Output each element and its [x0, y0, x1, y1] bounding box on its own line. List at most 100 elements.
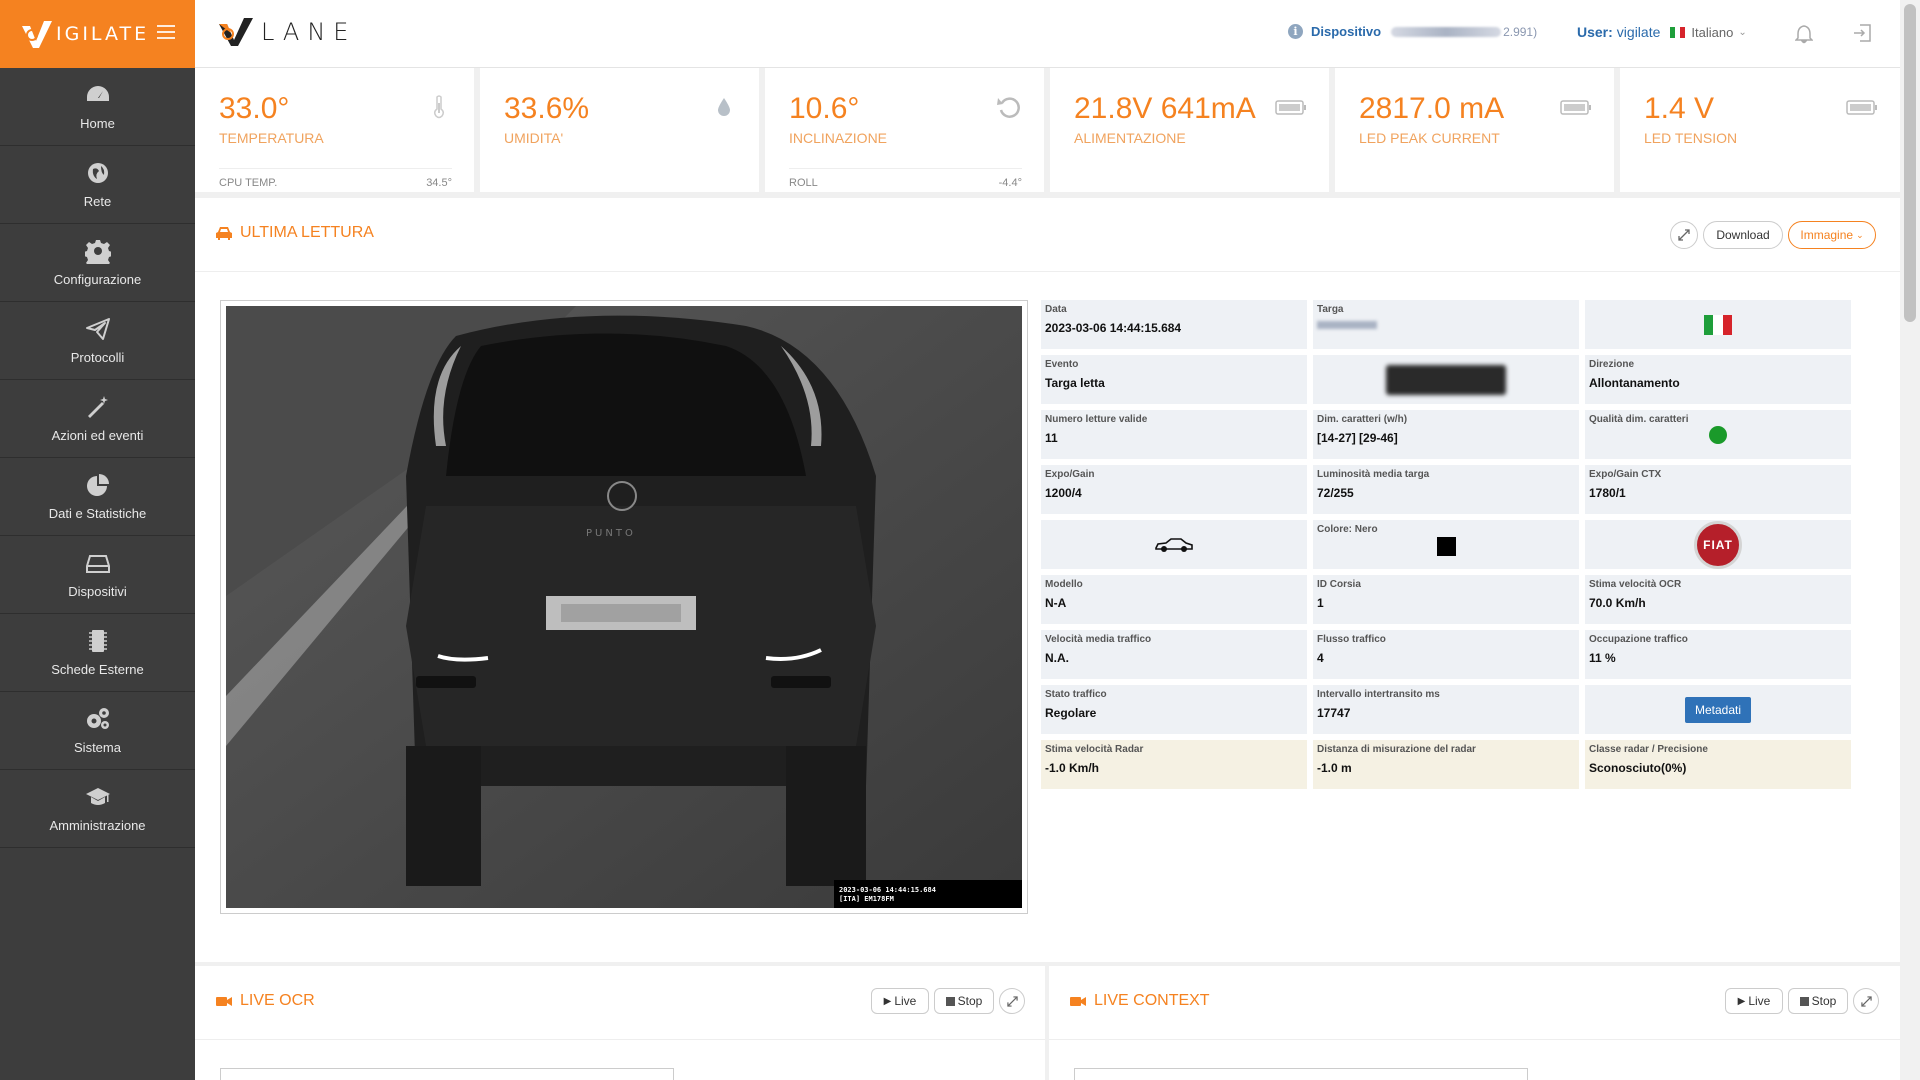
- battery-icon: [1846, 100, 1877, 115]
- sidebar-item-label: Rete: [83, 194, 112, 209]
- sidebar-item-label: Dati e Statistiche: [48, 506, 147, 521]
- globe-icon: [87, 163, 108, 183]
- stop-button[interactable]: Stop: [1788, 988, 1848, 1014]
- live-context-frame: [1074, 1068, 1528, 1080]
- live-button-label: Live: [894, 994, 917, 1008]
- gear-icon: [84, 240, 111, 264]
- sidebar-item-dispositivi[interactable]: Dispositivi: [0, 536, 195, 614]
- user-menu[interactable]: User: vigilate Italiano ⌄: [1577, 24, 1747, 40]
- stop-button-label: Stop: [1811, 994, 1837, 1008]
- cell-label: Numero letture valide: [1045, 414, 1148, 425]
- live-ocr-frame: [220, 1068, 674, 1080]
- sidebar-item-label: Protocolli: [70, 350, 125, 365]
- logout-icon[interactable]: [1852, 23, 1872, 43]
- cell-value: 1: [1317, 596, 1324, 610]
- cell-label: Expo/Gain: [1045, 469, 1095, 480]
- device-value: 2.991): [1503, 24, 1538, 39]
- cell-label: Stato traffico: [1045, 689, 1107, 700]
- sidebar-item-azioni[interactable]: Azioni ed eventi: [0, 380, 195, 458]
- metric-inclinazione: 10.6° INCLINAZIONE ROLL -4.4°: [765, 68, 1044, 192]
- menu-toggle-icon[interactable]: [157, 25, 175, 39]
- metric-label: UMIDITA': [504, 130, 564, 146]
- metric-footer: CPU TEMP. 34.5°: [219, 168, 452, 189]
- scrollbar-thumb[interactable]: [1904, 4, 1916, 322]
- cell-label: Distanza di misurazione del radar: [1317, 744, 1476, 755]
- user-label: User:: [1577, 24, 1613, 40]
- stop-button-label: Stop: [957, 994, 983, 1008]
- cell-value: 4: [1317, 651, 1324, 665]
- lane-logo-text: LANE: [261, 18, 357, 46]
- cpu-temp-value: 34.5°: [426, 177, 452, 189]
- stop-button[interactable]: Stop: [934, 988, 994, 1014]
- battery-icon: [1275, 100, 1306, 115]
- cell-value: 11 %: [1589, 651, 1616, 665]
- image-select[interactable]: Immagine ⌄: [1788, 221, 1876, 249]
- cell-value: 72/255: [1317, 486, 1354, 500]
- metric-value: 33.6%: [504, 92, 590, 125]
- cell-value: 2023-03-06 14:44:15.684: [1045, 321, 1182, 335]
- device-label: Dispositivo: [1311, 24, 1382, 39]
- panel-title: ULTIMA LETTURA: [215, 224, 374, 242]
- sidebar-item-schede[interactable]: Schede Esterne: [0, 614, 195, 692]
- language-select[interactable]: Italiano: [1691, 25, 1733, 40]
- cell-dim-caratteri: Dim. caratteri (w/h) [14-27] [29-46]: [1313, 410, 1579, 459]
- play-icon: ▶: [883, 995, 892, 1007]
- cell-label: Velocità media traffico: [1045, 634, 1152, 645]
- cell-label: Modello: [1045, 579, 1083, 590]
- chevron-down-icon: ⌄: [1738, 26, 1747, 38]
- download-button[interactable]: Download: [1703, 221, 1783, 249]
- sidebar-item-rete[interactable]: Rete: [0, 146, 195, 224]
- cell-modello: Modello N-A: [1041, 575, 1307, 624]
- cell-expo-ctx: Expo/Gain CTX 1780/1: [1585, 465, 1851, 514]
- sidebar-item-home[interactable]: Home: [0, 68, 195, 146]
- expand-button[interactable]: [1670, 221, 1698, 249]
- sidebar-item-sistema[interactable]: Sistema: [0, 692, 195, 770]
- topbar: LANE i Dispositivo 2.991) User: vigilate…: [195, 0, 1900, 68]
- camera-image-frame: PUNTO 2023-03-06 14:44:15.684 [ITA] EM17…: [220, 300, 1028, 914]
- metric-label: INCLINAZIONE: [789, 130, 888, 146]
- bell-icon[interactable]: [1795, 24, 1813, 44]
- panel-header: ULTIMA LETTURA Download Immagine ⌄: [195, 198, 1900, 272]
- cell-plate-image: [1313, 355, 1579, 404]
- plate-redacted: [1317, 321, 1377, 329]
- rotate-icon: [997, 97, 1020, 118]
- chip-icon: [88, 630, 107, 652]
- live-button[interactable]: ▶ Live: [871, 988, 929, 1014]
- panel-title-text: ULTIMA LETTURA: [240, 224, 374, 241]
- sidebar-item-label: Home: [80, 116, 115, 131]
- video-camera-icon: [216, 997, 232, 1006]
- metric-led-tension: 1.4 V LED TENSION: [1620, 68, 1900, 192]
- sidebar-item-protocolli[interactable]: Protocolli: [0, 302, 195, 380]
- sidebar: IGILATE Home Rete Configurazione Protoco…: [0, 0, 195, 1080]
- cell-letture: Numero letture valide 11: [1041, 410, 1307, 459]
- live-button[interactable]: ▶ Live: [1725, 988, 1783, 1014]
- metric-temperatura: 33.0° TEMPERATURA CPU TEMP. 34.5°: [195, 68, 474, 192]
- user-name: vigilate: [1616, 24, 1661, 40]
- cell-targa: Targa: [1313, 300, 1579, 349]
- cell-label: Targa: [1317, 304, 1344, 315]
- cpu-temp-label: CPU TEMP.: [219, 177, 278, 189]
- panel-title: LIVE CONTEXT: [1069, 992, 1210, 1010]
- cell-vel-ocr: Stima velocità OCR 70.0 Km/h: [1585, 575, 1851, 624]
- cell-value: N-A: [1045, 596, 1067, 610]
- metadati-button[interactable]: Metadati: [1684, 696, 1752, 723]
- roll-label: ROLL: [789, 177, 818, 189]
- cell-label: Intervallo intertransito ms: [1317, 689, 1440, 700]
- expand-button[interactable]: [999, 988, 1025, 1014]
- metric-footer: ROLL -4.4°: [789, 168, 1022, 189]
- sidebar-item-dati[interactable]: Dati e Statistiche: [0, 458, 195, 536]
- metric-label: LED TENSION: [1644, 130, 1738, 146]
- cell-luminosita: Luminosità media targa 72/255: [1313, 465, 1579, 514]
- italy-flag-icon: [1670, 26, 1686, 38]
- metric-umidita: 33.6% UMIDITA': [480, 68, 759, 192]
- stop-icon: [945, 996, 955, 1006]
- expand-button[interactable]: [1853, 988, 1879, 1014]
- sidebar-item-label: Configurazione: [53, 272, 142, 287]
- metric-value: 10.6°: [789, 92, 860, 125]
- sidebar-item-amministrazione[interactable]: Amministrazione: [0, 770, 195, 848]
- paper-plane-icon: [85, 318, 110, 340]
- page-scrollbar[interactable]: [1900, 0, 1920, 1080]
- sidebar-item-configurazione[interactable]: Configurazione: [0, 224, 195, 302]
- cell-label: Flusso traffico: [1317, 634, 1386, 645]
- cell-label: Luminosità media targa: [1317, 469, 1430, 480]
